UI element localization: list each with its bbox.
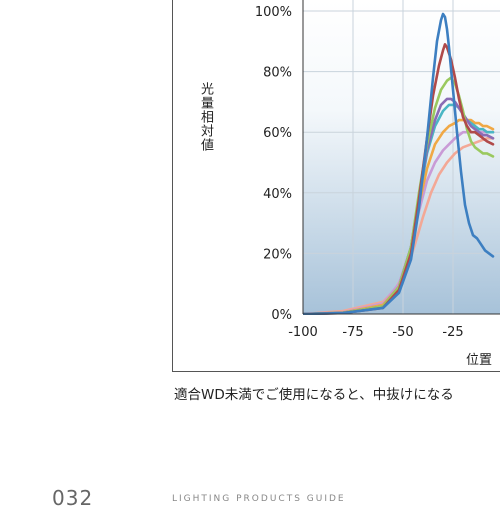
caption: 適合WD未満でご使用になると、中抜けになる — [174, 387, 454, 403]
x-tick-label: -100 — [288, 325, 318, 340]
x-tick-label: -50 — [392, 325, 413, 340]
footer-text: LIGHTING PRODUCTS GUIDE — [172, 494, 346, 504]
x-tick-label: -75 — [342, 325, 363, 340]
page-number: 032 — [52, 486, 94, 510]
y-tick-label: 0% — [271, 308, 292, 323]
y-tick-label: 20% — [263, 247, 292, 262]
y-tick-label: 60% — [263, 126, 292, 141]
y-tick-label: 80% — [263, 66, 292, 81]
x-axis-label: 位置 — [466, 353, 493, 368]
y-tick-label: 100% — [255, 5, 292, 20]
y-tick-label: 40% — [263, 187, 292, 202]
chart-plot: 0% 20% 40% 60% 80% 100% -100 -75 -50 -25 — [255, 0, 500, 340]
plot-background — [303, 0, 500, 314]
x-tick-label: -25 — [442, 325, 463, 340]
y-axis-label: 光量相対値 — [198, 82, 213, 152]
